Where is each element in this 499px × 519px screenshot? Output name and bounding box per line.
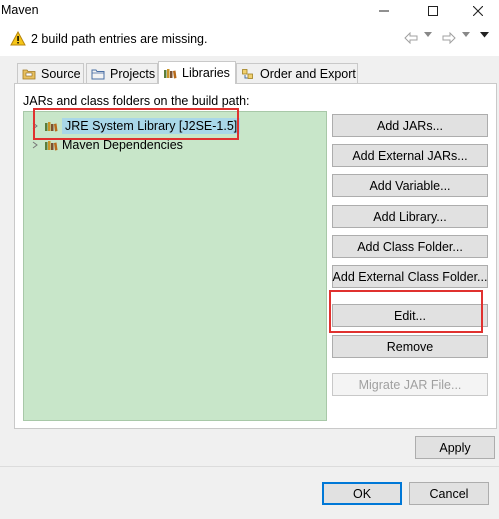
close-icon <box>473 6 483 16</box>
forward-arrow-icon <box>442 32 456 44</box>
apply-button[interactable]: Apply <box>415 436 495 459</box>
back-history-button[interactable] <box>404 32 418 44</box>
warning-icon <box>10 31 26 46</box>
window-title: Maven <box>1 3 39 17</box>
minimize-icon <box>379 10 389 12</box>
tab-projects[interactable]: Projects <box>86 63 158 84</box>
close-button[interactable] <box>455 0 499 22</box>
view-menu-button[interactable] <box>480 32 489 38</box>
chevron-down-icon <box>462 32 470 37</box>
add-external-class-folder-button[interactable]: Add External Class Folder... <box>332 265 488 288</box>
add-class-folder-button[interactable]: Add Class Folder... <box>332 235 488 258</box>
chevron-right-icon[interactable] <box>28 141 42 149</box>
library-icon <box>44 120 58 132</box>
title-bar: Maven <box>0 0 499 22</box>
view-menu-icon <box>480 32 489 38</box>
chevron-down-icon <box>424 32 432 37</box>
edit-button[interactable]: Edit... <box>332 304 488 327</box>
remove-button[interactable]: Remove <box>332 335 488 358</box>
forward-history-button[interactable] <box>442 32 456 44</box>
back-arrow-icon <box>404 32 418 44</box>
message-text: 2 build path entries are missing. <box>31 32 208 46</box>
tab-order-and-export-label: Order and Export <box>260 67 356 81</box>
tab-libraries-label: Libraries <box>182 66 230 80</box>
tab-libraries[interactable]: Libraries <box>158 61 236 84</box>
tree-item-maven-dependencies[interactable]: Maven Dependencies <box>24 135 183 155</box>
library-icon <box>163 67 177 79</box>
add-external-jars-button[interactable]: Add External JARs... <box>332 144 488 167</box>
tab-projects-label: Projects <box>110 67 156 81</box>
add-library-button[interactable]: Add Library... <box>332 205 488 228</box>
footer-separator <box>0 466 499 467</box>
forward-menu-button[interactable] <box>462 32 470 38</box>
project-folder-icon <box>91 68 105 80</box>
add-variable-button[interactable]: Add Variable... <box>332 174 488 197</box>
add-jars-button[interactable]: Add JARs... <box>332 114 488 137</box>
build-path-label: JARs and class folders on the build path… <box>23 94 250 108</box>
tree-item-jre-system-library[interactable]: JRE System Library [J2SE-1.5] <box>24 116 241 136</box>
build-path-tree[interactable]: JRE System Library [J2SE-1.5] Maven Depe… <box>23 111 327 421</box>
chevron-right-icon[interactable] <box>28 122 42 130</box>
minimize-button[interactable] <box>361 0 407 22</box>
tab-source-label: Source <box>41 67 81 81</box>
tree-item-label: Maven Dependencies <box>62 138 183 152</box>
message-bar: 2 build path entries are missing. <box>0 22 499 56</box>
tab-order-and-export[interactable]: Order and Export <box>236 63 358 84</box>
order-export-icon <box>241 68 255 80</box>
migrate-jar-file-button[interactable]: Migrate JAR File... <box>332 373 488 396</box>
tab-source[interactable]: Source <box>17 63 84 84</box>
maximize-button[interactable] <box>410 0 456 22</box>
ok-button[interactable]: OK <box>322 482 402 505</box>
maximize-icon <box>428 6 438 16</box>
source-folder-icon <box>22 68 36 80</box>
cancel-button[interactable]: Cancel <box>409 482 489 505</box>
library-icon <box>44 139 58 151</box>
tree-item-label: JRE System Library [J2SE-1.5] <box>62 118 241 134</box>
back-menu-button[interactable] <box>424 32 432 38</box>
